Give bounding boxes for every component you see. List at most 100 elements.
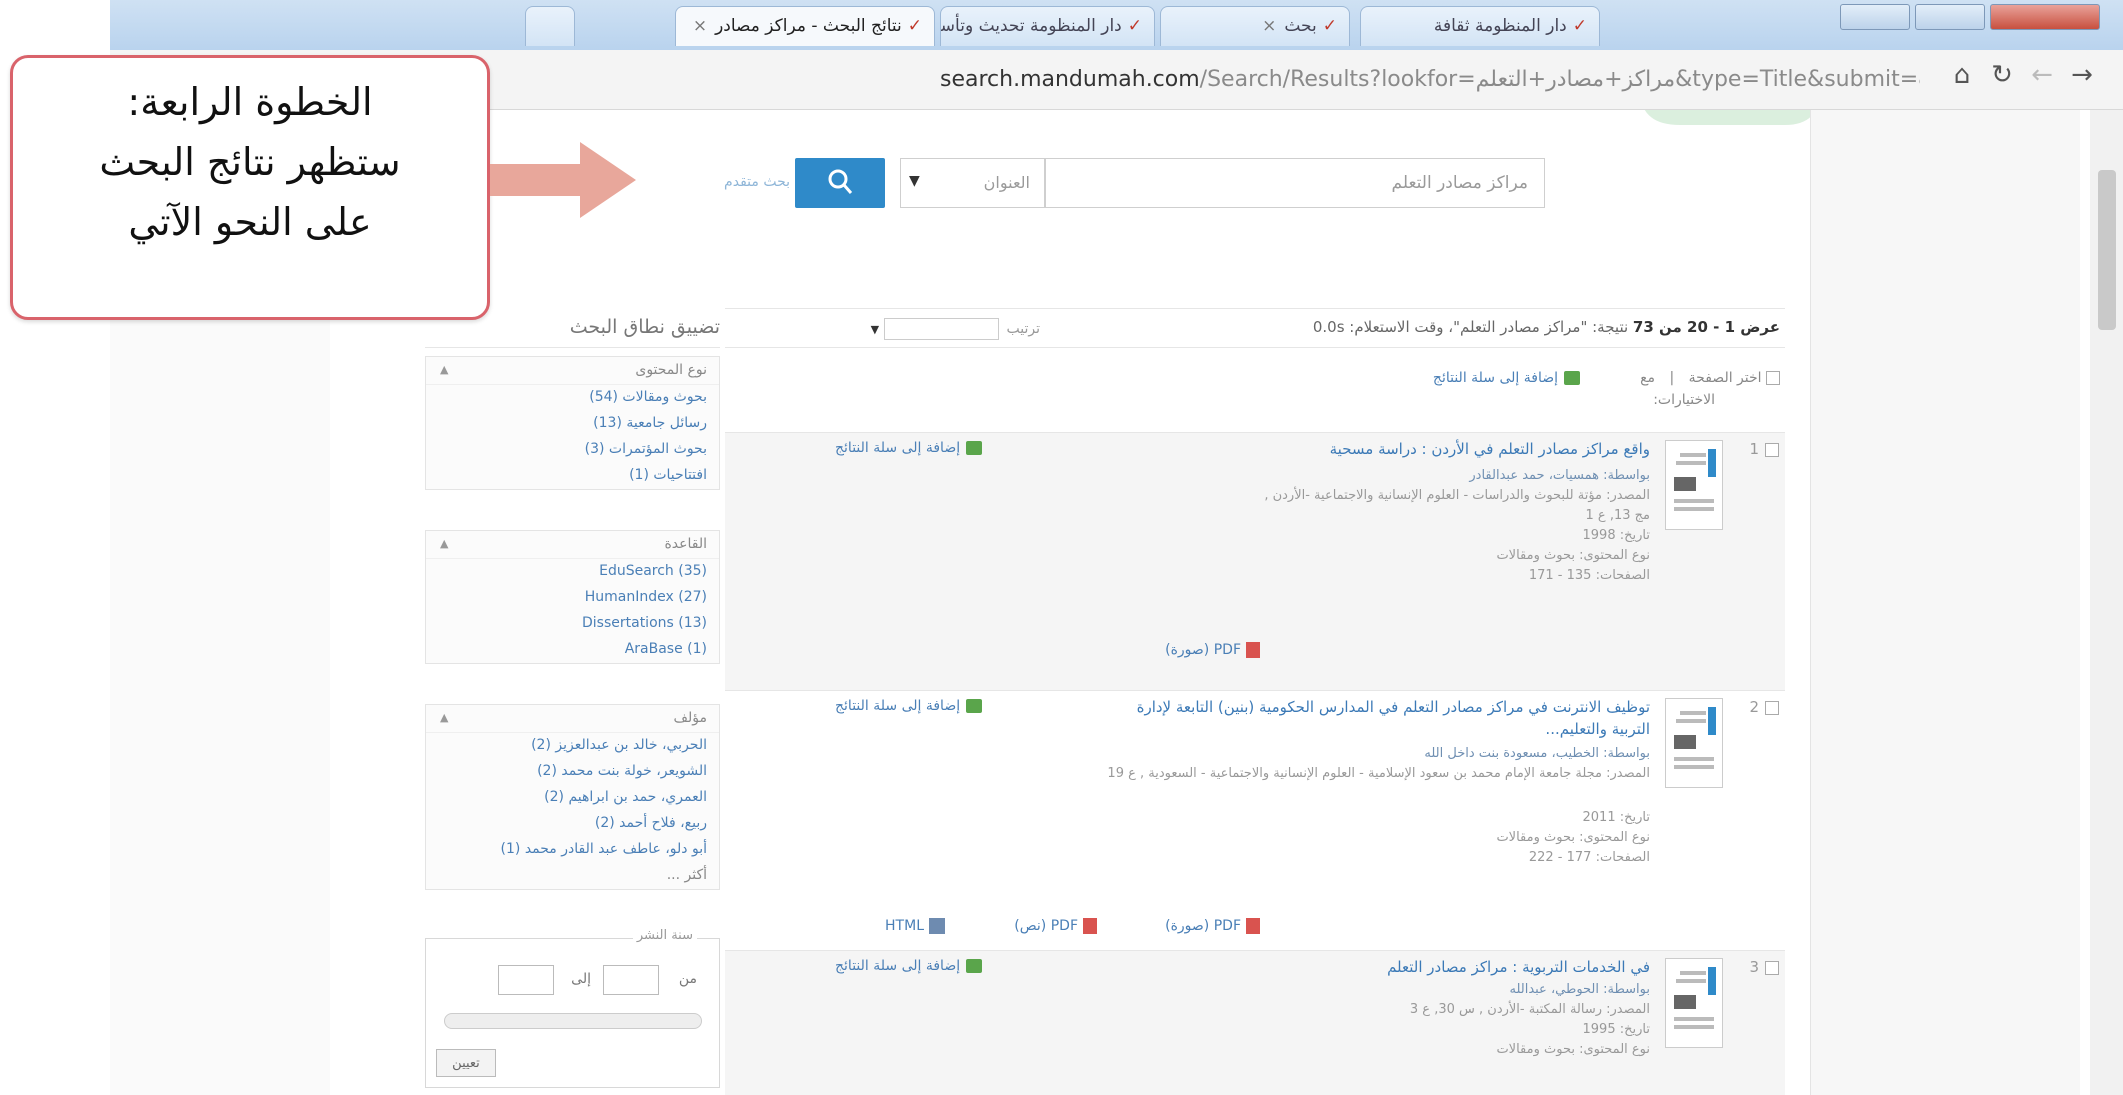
pdf-icon xyxy=(1083,918,1097,934)
add-to-cart-link[interactable]: إضافة إلى سلة النتائج xyxy=(835,958,983,974)
document-thumbnail-icon[interactable] xyxy=(1665,958,1723,1048)
year-from-label: من xyxy=(678,971,697,987)
advanced-search-link[interactable]: بحث متقدم xyxy=(690,174,790,194)
close-tab-icon[interactable]: × xyxy=(1262,16,1276,36)
add-to-cart-link[interactable]: إضافة إلى سلة النتائج xyxy=(835,698,983,714)
select-page-checkbox[interactable] xyxy=(1766,371,1780,385)
facet-item[interactable]: العمري، حمد بن ابراهيم (2) xyxy=(426,785,719,811)
year-from-input[interactable] xyxy=(603,965,659,995)
facet-item[interactable]: Dissertations (13) xyxy=(426,611,719,637)
result-author[interactable]: بواسطة: همسيات، حمد عبدالقادر xyxy=(1090,466,1650,486)
html-link[interactable]: HTML xyxy=(885,918,945,934)
result-checkbox[interactable] xyxy=(1765,442,1779,457)
search-input[interactable]: مراكز مصادر التعلم xyxy=(1045,158,1545,208)
scrollbar-thumb[interactable] xyxy=(2098,170,2116,330)
result-content-type: نوع المحتوى: بحوث ومقالات xyxy=(1496,830,1650,845)
sort-control: ترتيب ▼ xyxy=(740,318,1040,342)
refresh-icon[interactable]: ↻ xyxy=(1985,60,2019,90)
browser-tab[interactable]: ✓دار المنظومة تحديث وتأسيس xyxy=(940,6,1155,46)
format-label: PDF (صورة) xyxy=(1165,918,1241,934)
collapse-icon: ▲ xyxy=(440,363,449,376)
add-cart-label: إضافة إلى سلة النتائج xyxy=(835,440,961,456)
close-tab-icon[interactable]: × xyxy=(693,16,707,36)
site-favicon-icon: ✓ xyxy=(1322,16,1337,36)
back-icon[interactable]: → xyxy=(2065,60,2099,90)
new-tab-button[interactable] xyxy=(525,6,575,46)
facet-item[interactable]: EduSearch (35) xyxy=(426,559,719,585)
facet-item[interactable]: الشويعر، خولة بنت محمد (2) xyxy=(426,759,719,785)
facet-group-header[interactable]: مؤلف ▲ xyxy=(426,705,719,733)
pdf-image-link[interactable]: PDF (صورة) xyxy=(1165,642,1260,658)
facet-group-header[interactable]: نوع المحتوى ▲ xyxy=(426,357,719,385)
format-label: PDF (نص) xyxy=(1014,918,1078,934)
facet-item[interactable]: بحوث المؤتمرات (3) xyxy=(426,437,719,463)
document-thumbnail-icon[interactable] xyxy=(1665,440,1723,530)
author-text: بواسطة: الحوطي، عبدالله xyxy=(1509,982,1650,997)
search-query-text: مراكز مصادر التعلم xyxy=(1391,173,1528,193)
result-source: المصدر: مجلة جامعة الإمام محمد بن سعود ا… xyxy=(1107,766,1650,781)
year-range-slider[interactable] xyxy=(444,1013,702,1029)
results-range: عرض 1 - 20 من 73 xyxy=(1632,318,1780,336)
browser-tab-active[interactable]: ✓نتائج البحث - مراكز مصادر × xyxy=(675,6,935,46)
apply-year-button[interactable]: تعيين xyxy=(436,1049,496,1077)
facet-more-link[interactable]: أكثر ... xyxy=(426,863,719,889)
add-cart-label: إضافة إلى سلة النتائج xyxy=(835,698,961,714)
facet-item[interactable]: AraBase (1) xyxy=(426,637,719,663)
result-title-link[interactable]: في الخدمات التربوية : مراكز مصادر التعلم xyxy=(1130,956,1650,978)
add-cart-label: إضافة إلى سلة النتائج xyxy=(835,958,961,974)
result-item: 2 توظيف الانترنت في مراكز مصادر التعلم ف… xyxy=(725,690,1785,950)
tab-label: دار المنظومة ثقافة xyxy=(1433,16,1567,36)
add-to-cart-link[interactable]: إضافة إلى سلة النتائج xyxy=(835,440,983,456)
collapse-icon: ▲ xyxy=(440,537,449,550)
result-content-type: نوع المحتوى: بحوث ومقالات xyxy=(1496,548,1650,563)
search-type-select[interactable]: العنوان ▼ xyxy=(900,158,1045,208)
facet-group-header[interactable]: القاعدة ▲ xyxy=(426,531,719,559)
author-text: بواسطة: همسيات، حمد عبدالقادر xyxy=(1469,468,1650,483)
result-checkbox[interactable] xyxy=(1765,700,1779,715)
url-path: /Search/Results?lookfor=مراكز+مصادر+التع… xyxy=(1199,67,1920,92)
search-type-value: العنوان xyxy=(983,173,1030,192)
facet-item[interactable]: ربيع، فلاح أحمد (2) xyxy=(426,811,719,837)
result-title-link[interactable]: واقع مراكز مصادر التعلم في الأردن : دراس… xyxy=(1130,438,1650,460)
facet-item[interactable]: الحربي، خالد بن عبدالعزيز (2) xyxy=(426,733,719,759)
facet-item[interactable]: أبو دلو، عاطف عبد القادر محمد (1) xyxy=(426,837,719,863)
year-to-input[interactable] xyxy=(498,965,554,995)
result-author[interactable]: بواسطة: الحوطي، عبدالله xyxy=(1090,980,1650,1000)
add-cart-label: إضافة إلى سلة النتائج xyxy=(1432,370,1558,386)
result-index: 1 xyxy=(1749,440,1759,458)
browser-tab[interactable]: ✓بحث × xyxy=(1160,6,1350,46)
year-filter-legend: سنة النشر xyxy=(632,928,697,943)
result-author[interactable]: بواسطة: الخطيب، مسعودة بنت داخل الله xyxy=(1090,744,1650,764)
forward-icon[interactable]: ← xyxy=(2025,60,2059,90)
document-thumbnail-icon[interactable] xyxy=(1665,698,1723,788)
result-source: المصدر: مؤتة للبحوث والدراسات - العلوم ا… xyxy=(1264,488,1650,503)
add-to-cart-link[interactable]: إضافة إلى سلة النتائج xyxy=(1433,370,1580,386)
facet-item[interactable]: افتتاحيات (1) xyxy=(426,463,719,489)
tab-label: نتائج البحث - مراكز مصادر xyxy=(715,16,902,36)
pdf-image-link[interactable]: PDF (صورة) xyxy=(1165,918,1260,934)
search-button[interactable] xyxy=(795,158,885,208)
pdf-icon xyxy=(1246,642,1260,658)
publish-year-filter: سنة النشر من إلى تعيين xyxy=(425,928,720,1088)
result-title-link[interactable]: توظيف الانترنت في مراكز مصادر التعلم في … xyxy=(1130,696,1650,740)
close-window-icon[interactable] xyxy=(1990,4,2100,30)
callout-line: على النحو الآتي xyxy=(128,200,372,244)
sort-select[interactable] xyxy=(883,318,999,340)
tab-label: بحث xyxy=(1284,16,1317,36)
url-field[interactable]: search.mandumah.com/Search/Results?lookf… xyxy=(940,60,1920,100)
site-favicon-icon: ✓ xyxy=(1572,16,1587,36)
results-query-info: نتيجة: "مراكز مصادر التعلم"، وقت الاستعل… xyxy=(1312,318,1629,336)
pdf-text-link[interactable]: PDF (نص) xyxy=(1014,918,1097,934)
browser-tab[interactable]: ✓دار المنظومة ثقافة xyxy=(1360,6,1600,46)
facet-item[interactable]: رسائل جامعية (13) xyxy=(426,411,719,437)
instruction-callout: الخطوة الرابعة: ستظهر نتائج البحث على ال… xyxy=(10,55,490,320)
dropdown-caret-icon: ▼ xyxy=(909,173,920,189)
maximize-icon[interactable] xyxy=(1915,4,1985,30)
site-favicon-icon: ✓ xyxy=(1127,16,1142,36)
facet-item[interactable]: بحوث ومقالات (54) xyxy=(426,385,719,411)
facet-item[interactable]: HumanIndex (27) xyxy=(426,585,719,611)
select-page-label: اختر الصفحة xyxy=(1688,370,1762,386)
result-checkbox[interactable] xyxy=(1765,960,1779,975)
home-icon[interactable]: ⌂ xyxy=(1945,60,1979,90)
minimize-icon[interactable] xyxy=(1840,4,1910,30)
